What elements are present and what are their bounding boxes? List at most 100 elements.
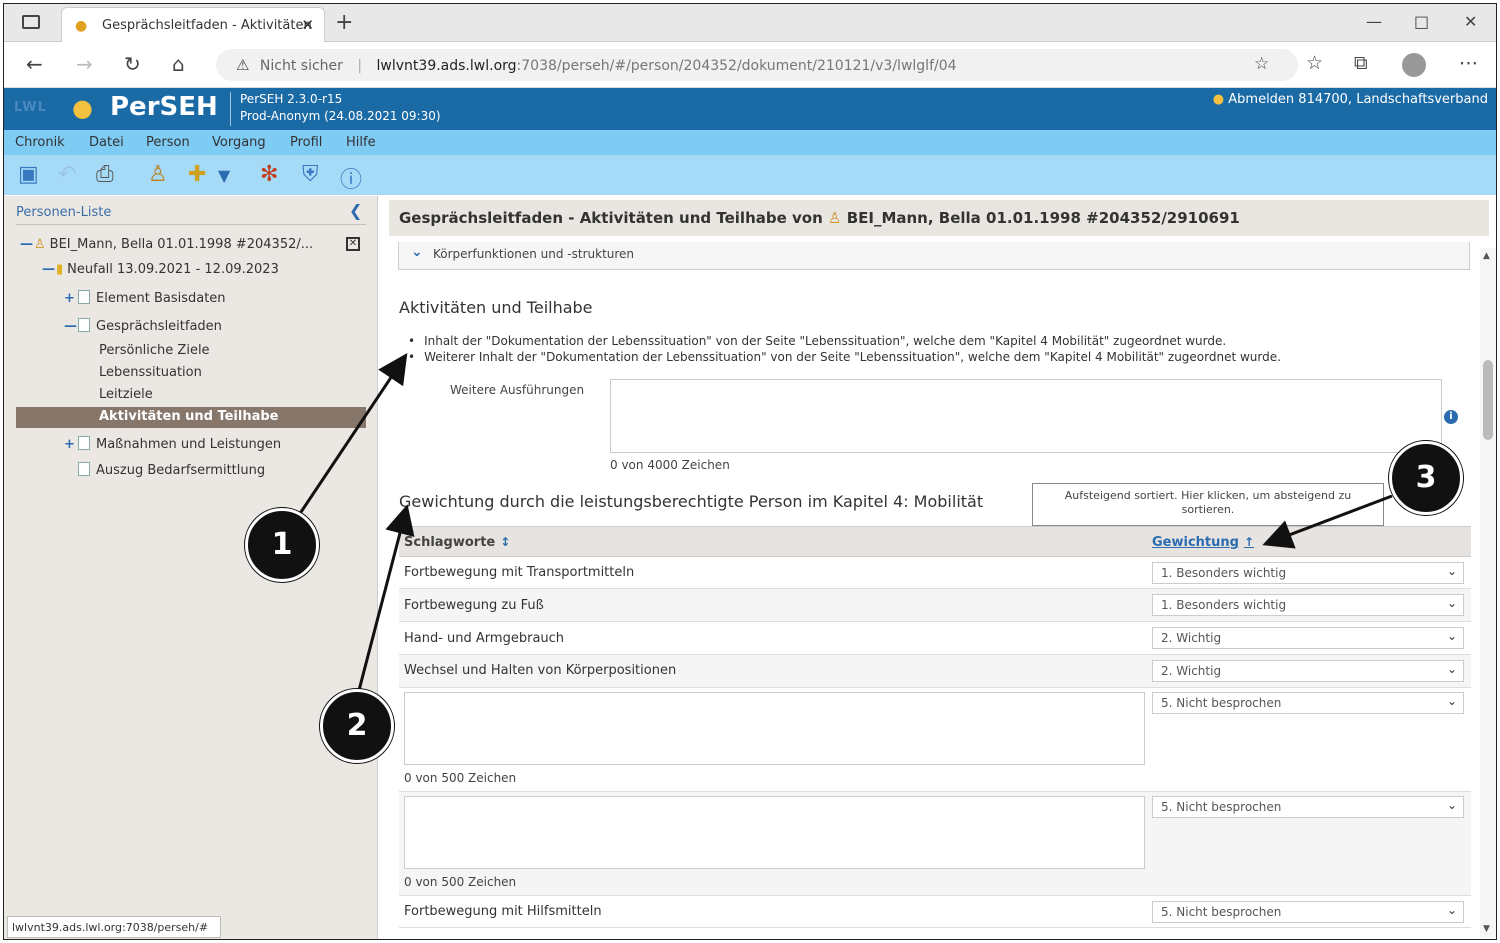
page-title: Gesprächsleitfaden - Aktivitäten und Tei… <box>389 200 1489 236</box>
tree-person-label: BEI_Mann, Bella 01.01.1998 #204352/... <box>49 237 314 252</box>
menu-chronik[interactable]: Chronik <box>15 135 65 150</box>
tree-case[interactable]: —▮ Neufall 13.09.2021 - 12.09.2023 <box>42 262 279 277</box>
tree-item-basisdaten[interactable]: + Element Basisdaten <box>64 290 226 306</box>
expand-icon[interactable]: + <box>64 437 78 452</box>
warning-icon: ⚠ <box>236 56 250 74</box>
custom-keyword-textarea[interactable] <box>404 796 1145 869</box>
folder-icon: ▮ <box>56 262 64 277</box>
menu-datei[interactable]: Datei <box>89 135 124 150</box>
tree-item-massnahmen[interactable]: + Maßnahmen und Leistungen <box>64 436 281 452</box>
accordion-label: Körperfunktionen und -strukturen <box>433 247 635 261</box>
weighting-select[interactable]: 1. Besonders wichtig ⌄ <box>1152 594 1464 616</box>
weighting-select[interactable]: 5. Nicht besprochen ⌄ <box>1152 692 1464 714</box>
page-title-person: BEI_Mann, Bella 01.01.1998 #204352/29106… <box>846 209 1240 227</box>
new-tab-button[interactable]: + <box>335 10 353 35</box>
expand-icon[interactable]: + <box>64 291 78 306</box>
favorites-icon[interactable]: ☆ <box>1306 52 1323 74</box>
app-header: LWL ● PerSEH PerSEH 2.3.0-r15 Prod-Anony… <box>4 88 1496 130</box>
status-url: lwlvnt39.ads.lwl.org:7038/perseh/# <box>7 916 221 938</box>
callout-2: 2 <box>320 689 394 763</box>
new-folder-icon[interactable]: ✚ <box>188 162 206 187</box>
window-menu-icon[interactable] <box>22 15 40 29</box>
save-icon[interactable]: ▣ <box>18 162 39 187</box>
back-icon[interactable]: ← <box>26 52 43 76</box>
tree-person[interactable]: —♙ BEI_Mann, Bella 01.01.1998 #204352/... <box>20 237 313 252</box>
menu-profil[interactable]: Profil <box>290 135 322 150</box>
tree-item-ziele[interactable]: Persönliche Ziele <box>99 343 210 358</box>
maximize-icon[interactable]: □ <box>1414 12 1429 31</box>
row-label: Fortbewegung mit Transportmitteln <box>404 565 635 580</box>
weighting-select[interactable]: 1. Besonders wichtig ⌄ <box>1152 562 1464 584</box>
browser-tab[interactable]: ● Gesprächsleitfaden - Aktivitäten ✕ <box>61 7 325 42</box>
sort-tooltip: Aufsteigend sortiert. Hier klicken, um a… <box>1032 483 1384 526</box>
weighting-select[interactable]: 2. Wichtig ⌄ <box>1152 660 1464 682</box>
col-weighting[interactable]: Gewichtung ↑ <box>1152 535 1254 550</box>
scroll-down-icon[interactable]: ▼ <box>1483 924 1490 934</box>
weighting-select[interactable]: 5. Nicht besprochen ⌄ <box>1152 901 1464 923</box>
tree-item-aktivitaeten-selected[interactable]: Aktivitäten und Teilhabe <box>16 407 366 428</box>
collapse-icon[interactable]: — <box>42 262 56 277</box>
url-field[interactable]: ⚠ Nicht sicher | lwlvnt39.ads.lwl.org:70… <box>216 49 1298 81</box>
tree-item-lebenssituation[interactable]: Lebenssituation <box>99 365 202 380</box>
print-icon[interactable]: ⎙ <box>96 162 114 187</box>
tree-item-label: Auszug Bedarfsermittlung <box>96 463 266 478</box>
accordion-koerperfunktionen[interactable]: ⌄ Körperfunktionen und -strukturen <box>398 242 1470 270</box>
keyword-counter: 0 von 500 Zeichen <box>404 875 517 889</box>
tree-item-leitziele[interactable]: Leitziele <box>99 387 153 402</box>
collapse-icon[interactable]: — <box>20 237 34 252</box>
more-menu-icon[interactable]: ⋯ <box>1459 52 1478 74</box>
scrollbar-thumb[interactable] <box>1483 360 1493 440</box>
document-icon <box>78 318 90 332</box>
url-path: :7038/perseh/#/person/204352/dokument/21… <box>516 58 957 74</box>
close-tab-icon[interactable]: ✕ <box>301 16 314 34</box>
further-textarea[interactable] <box>610 379 1442 453</box>
profile-avatar[interactable] <box>1402 53 1426 77</box>
menu-vorgang[interactable]: Vorgang <box>212 135 266 150</box>
forward-icon[interactable]: → <box>76 52 93 76</box>
col-keywords[interactable]: Schlagworte ↕ <box>404 535 510 550</box>
chevron-down-icon[interactable]: ▼ <box>218 166 230 185</box>
tree-item-gespraechsleitfaden[interactable]: — Gesprächsleitfaden <box>64 318 222 334</box>
custom-keyword-textarea[interactable] <box>404 692 1145 765</box>
tree-item-label: Maßnahmen und Leistungen <box>96 437 282 452</box>
keyword-counter: 0 von 500 Zeichen <box>404 771 517 785</box>
scroll-up-icon[interactable]: ▲ <box>1483 251 1490 261</box>
shield-icon[interactable]: ⛨ <box>302 162 319 187</box>
select-value: 5. Nicht besprochen <box>1161 696 1282 710</box>
home-icon[interactable]: ⌂ <box>172 52 185 76</box>
tree-item-label: Gesprächsleitfaden <box>96 319 222 334</box>
select-value: 1. Besonders wichtig <box>1161 598 1287 612</box>
chevron-down-icon: ⌄ <box>1446 564 1457 578</box>
perseh-logo-icon: ● <box>72 94 93 122</box>
close-window-icon[interactable]: ✕ <box>1464 12 1477 31</box>
person-icon: ♙ <box>34 237 46 252</box>
weighting-select[interactable]: 5. Nicht besprochen ⌄ <box>1152 796 1464 818</box>
collapse-icon[interactable]: — <box>64 319 78 334</box>
url-separator: | <box>357 58 363 74</box>
row-label: Wechsel und Halten von Körperpositionen <box>404 663 677 678</box>
network-icon[interactable]: ✻ <box>260 162 278 187</box>
menu-hilfe[interactable]: Hilfe <box>346 135 376 150</box>
weighting-select[interactable]: 2. Wichtig ⌄ <box>1152 627 1464 649</box>
menu-person[interactable]: Person <box>146 135 190 150</box>
url-host: lwlvnt39.ads.lwl.org <box>376 58 517 74</box>
person-search-icon[interactable]: ♙ <box>148 162 168 187</box>
close-person-icon[interactable]: ✕ <box>346 237 360 251</box>
undo-icon[interactable]: ↶ <box>58 162 76 187</box>
collections-icon[interactable]: ⧉ <box>1354 52 1368 74</box>
table-row: Wechsel und Halten von Körperpositionen … <box>399 655 1471 688</box>
chevron-down-icon: ⌄ <box>1446 596 1457 610</box>
version-info: PerSEH 2.3.0-r15 Prod-Anonym (24.08.2021… <box>240 91 441 125</box>
chevron-down-icon: ⌄ <box>1446 903 1457 917</box>
tree-item-auszug[interactable]: Auszug Bedarfsermittlung <box>78 462 265 478</box>
collapse-sidebar-icon[interactable]: ❮ <box>349 201 362 220</box>
callout-1: 1 <box>245 508 319 582</box>
main-scrollbar[interactable]: ▲ ▼ <box>1480 248 1496 938</box>
add-favorite-icon[interactable]: ☆ <box>1254 54 1269 74</box>
info-icon[interactable]: i <box>1444 410 1458 424</box>
reload-icon[interactable]: ↻ <box>124 52 141 76</box>
help-icon[interactable]: ⓘ <box>340 162 362 194</box>
logout-link[interactable]: ● Abmelden 814700, Landschaftsverband <box>1213 92 1488 107</box>
minimize-icon[interactable]: — <box>1366 12 1382 31</box>
header-divider <box>230 92 231 126</box>
